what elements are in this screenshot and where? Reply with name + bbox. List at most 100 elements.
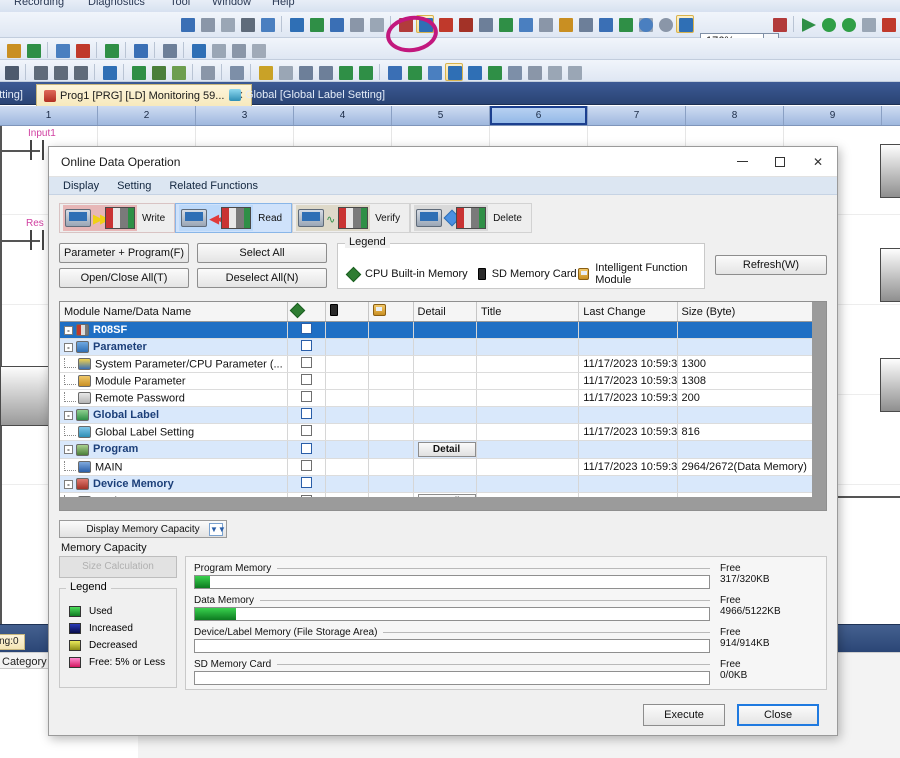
row-checkbox[interactable] [301,408,312,419]
ladder-contact-input1[interactable] [30,140,44,160]
pulse-rise-icon[interactable] [31,63,49,81]
row-checkbox[interactable] [301,323,312,334]
zoom-out-icon[interactable] [656,15,674,33]
ruler-col-4[interactable]: 4 [294,106,392,125]
tree-expander-icon[interactable]: - [64,480,73,489]
undo-icon[interactable] [238,15,256,33]
cell-checkbox[interactable] [287,390,325,407]
app-menubar[interactable]: Recording Diagnostics Tool Window Help [0,0,900,12]
device-read-icon[interactable] [307,15,325,33]
detail-button[interactable]: Detail [418,442,476,457]
cell-module-name[interactable]: System Parameter/CPU Parameter (... [60,356,287,373]
cell-checkbox[interactable] [287,407,325,424]
table-row[interactable]: System Parameter/CPU Parameter (...11/17… [60,356,826,373]
ladder-edit-icon[interactable] [4,41,22,59]
grid-vertical-scrollbar[interactable] [812,302,826,510]
ruler-col-7[interactable]: 7 [588,106,686,125]
open-close-all-button[interactable]: Open/Close All(T) [59,268,189,288]
plc-diagnostics-icon[interactable] [476,15,494,33]
label-edit-icon[interactable] [227,63,245,81]
monitor-mode-icon[interactable] [770,15,788,33]
parameter-program-button[interactable]: Parameter + Program(F) [59,243,189,263]
close-button[interactable]: ✕ [799,147,837,177]
plc-latch-icon[interactable] [576,15,594,33]
invert-icon[interactable] [71,63,89,81]
cell-module-name[interactable]: -R08SF [60,322,287,339]
row-checkbox[interactable] [301,425,312,436]
refresh-button[interactable]: Refresh(W) [715,255,827,275]
ruler-col-2[interactable]: 2 [98,106,196,125]
row-delete-icon[interactable] [229,41,247,59]
cell-checkbox[interactable] [287,476,325,493]
watch-icon[interactable] [505,63,523,81]
tab-delete[interactable]: Delete [410,203,532,233]
cut-icon[interactable] [178,15,196,33]
table-row[interactable]: Module Parameter11/17/2023 10:59:3...130… [60,373,826,390]
col-detail[interactable]: Detail [413,302,476,322]
cell-module-name[interactable]: Global Label Setting [60,424,287,441]
redo-icon[interactable] [258,15,276,33]
monitor-stop-icon[interactable] [367,15,385,33]
row-checkbox[interactable] [301,374,312,385]
jump-back-icon[interactable] [356,63,374,81]
col-title[interactable]: Title [476,302,578,322]
menu-item-help[interactable]: Help [272,0,295,8]
dev-batch-icon[interactable] [465,63,483,81]
ladder-convert-icon[interactable] [24,41,42,59]
search-up-icon[interactable] [296,63,314,81]
cell-checkbox[interactable] [287,339,325,356]
list-icon[interactable] [545,63,563,81]
comment-edit-icon[interactable] [53,41,71,59]
menu-item-diagnostics[interactable]: Diagnostics [88,0,145,8]
cell-checkbox[interactable] [287,322,325,339]
table-row[interactable]: MAIN11/17/2023 10:59:3...2964/2672(Data … [60,459,826,476]
zoom-in-icon[interactable] [636,15,654,33]
ruler-col-3[interactable]: 3 [196,106,294,125]
table-row[interactable]: Remote Password11/17/2023 10:59:3...200 [60,390,826,407]
device-monitor-icon[interactable] [131,41,149,59]
ruler-col-9[interactable]: 9 [784,106,882,125]
col-sd-card[interactable] [325,302,368,322]
cell-checkbox[interactable] [287,459,325,476]
online-search-plc-icon[interactable] [456,15,474,33]
ruler-col-8[interactable]: 8 [686,106,784,125]
cell-module-name[interactable]: Module Parameter [60,373,287,390]
ladder-contact-reset[interactable] [30,230,44,250]
select-all-button[interactable]: Select All [197,243,327,263]
label-insert-icon[interactable] [198,63,216,81]
menu-display[interactable]: Display [63,180,99,192]
table-row[interactable]: -R08SF [60,322,826,339]
table-row[interactable]: -Parameter [60,339,826,356]
ruler-col-1[interactable]: 1 [0,106,98,125]
cell-module-name[interactable]: MAIN [60,459,287,476]
plc-clock-icon[interactable] [516,15,534,33]
row-checkbox[interactable] [301,357,312,368]
table-row[interactable]: Global Label Setting11/17/2023 10:59:3..… [60,424,826,441]
tab-verify[interactable]: ∿ Verify [292,203,410,233]
find-device-icon[interactable] [160,41,178,59]
device-write-icon[interactable] [287,15,305,33]
ladder-block-right-2[interactable] [880,248,900,302]
fb-update-icon[interactable] [149,63,167,81]
comment-clear-icon[interactable] [73,41,91,59]
step-run-icon[interactable] [102,41,120,59]
grid-horizontal-scrollbar[interactable] [60,497,826,510]
chevron-double-down-icon[interactable]: ▼▼ [209,523,223,536]
tab-read[interactable]: ◀◀◀ Read [175,203,292,233]
paste-icon[interactable] [218,15,236,33]
menu-item-recording[interactable]: Recording [14,0,64,8]
size-calculation-button[interactable]: Size Calculation [59,556,177,578]
fit-width-icon[interactable] [676,15,694,33]
table-row[interactable]: -ProgramDetail [60,441,826,459]
align2-icon[interactable] [405,63,423,81]
row-checkbox[interactable] [301,391,312,402]
row-checkbox[interactable] [301,443,312,454]
ladder-block-right-3[interactable] [880,358,900,412]
online-data-operation-dialog[interactable]: Online Data Operation ✕ Display Setting … [48,146,838,736]
fb-delete-icon[interactable] [169,63,187,81]
tab-write[interactable]: ▶▶▶ Write [59,203,175,233]
zoom-find-icon[interactable] [425,63,443,81]
tab-prog1[interactable]: Prog1 [PRG] [LD] Monitoring 59... ✕ [36,84,252,106]
row-checkbox[interactable] [301,340,312,351]
copy-icon[interactable] [198,15,216,33]
